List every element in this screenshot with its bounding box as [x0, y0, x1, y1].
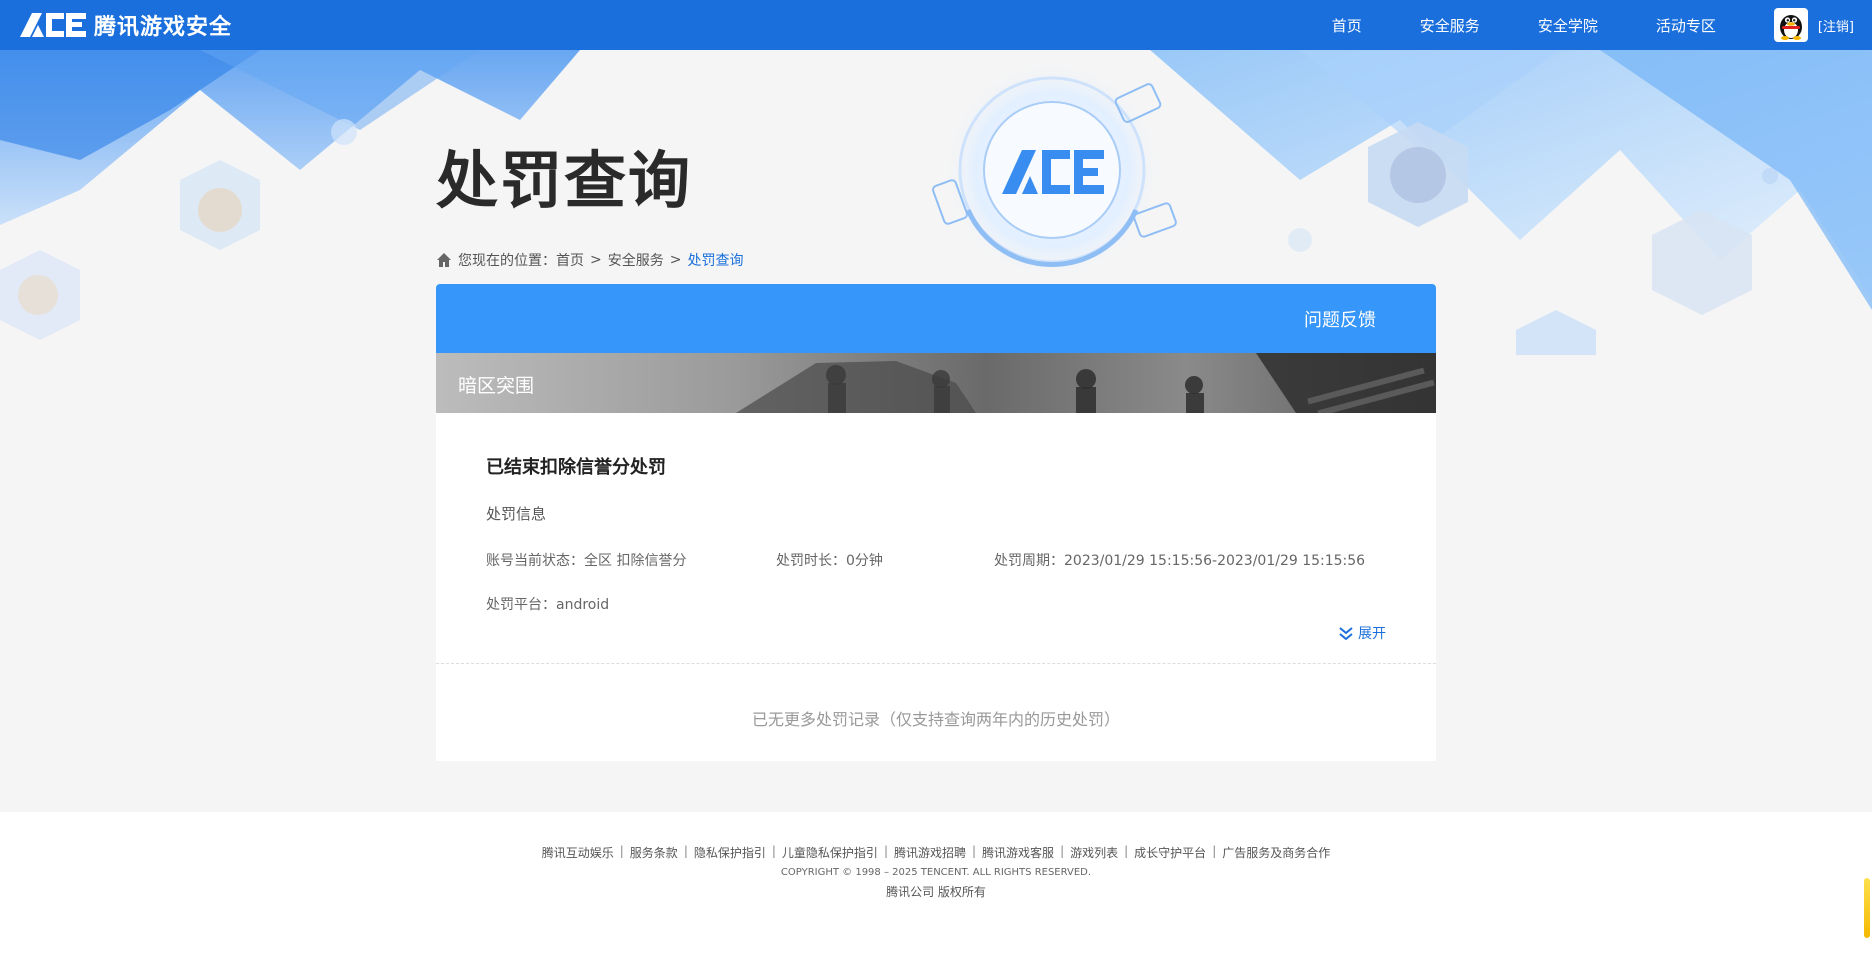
nav-events[interactable]: 活动专区 — [1656, 15, 1716, 36]
nav-security-service[interactable]: 安全服务 — [1420, 15, 1480, 36]
user-avatar[interactable] — [1773, 8, 1808, 42]
ace-logo-icon — [20, 13, 86, 37]
period-value: 2023/01/29 15:15:56-2023/01/29 15:15:56 — [1064, 553, 1366, 569]
breadcrumb-security-service[interactable]: 安全服务 — [608, 250, 664, 270]
floating-side-tab[interactable] — [1864, 878, 1870, 938]
footer-link[interactable]: 腾讯游戏招聘 — [894, 844, 966, 861]
footer-divider: | — [972, 844, 977, 858]
home-icon — [437, 253, 451, 267]
punishment-record: 已结束扣除信誉分处罚 处罚信息 账号当前状态：全区 扣除信誉分 处罚时长：0分钟… — [436, 413, 1436, 663]
footer-divider: | — [1212, 844, 1217, 858]
card-header: 问题反馈 — [436, 284, 1436, 353]
nav-home[interactable]: 首页 — [1332, 15, 1362, 36]
footer-divider: | — [1124, 844, 1129, 858]
breadcrumb-separator: > — [669, 252, 682, 268]
duration-label: 处罚时长： — [776, 553, 846, 569]
game-name: 暗区突围 — [458, 375, 535, 397]
platform-label: 处罚平台： — [486, 597, 556, 613]
footer-divider: | — [1060, 844, 1065, 858]
expand-button[interactable]: 展开 — [1338, 623, 1386, 643]
breadcrumb-separator: > — [590, 252, 602, 268]
record-info-row: 账号当前状态：全区 扣除信誉分 处罚时长：0分钟 处罚周期：2023/01/29… — [486, 550, 1386, 570]
footer-link[interactable]: 服务条款 — [630, 844, 678, 861]
status-label: 账号当前状态： — [486, 553, 584, 569]
platform-value: android — [556, 597, 610, 613]
breadcrumb-current: 处罚查询 — [687, 253, 744, 269]
punishment-duration: 处罚时长：0分钟 — [776, 550, 994, 570]
footer: 腾讯互动娱乐 | 服务条款 | 隐私保护指引 | 儿童隐私保护指引 | 腾讯游戏招聘 | … — [0, 812, 1872, 968]
status-value: 全区 扣除信誉分 — [584, 553, 687, 569]
period-label: 处罚周期： — [994, 553, 1064, 569]
footer-link[interactable]: 腾讯互动娱乐 — [542, 844, 614, 861]
footer-link[interactable]: 广告服务及商务合作 — [1222, 844, 1330, 861]
footer-link[interactable]: 成长守护平台 — [1134, 844, 1206, 861]
punishment-period: 处罚周期：2023/01/29 15:15:56-2023/01/29 15:1… — [994, 550, 1365, 570]
brand-name: 腾讯游戏安全 — [94, 15, 233, 40]
qq-penguin-icon — [1779, 15, 1802, 40]
footer-link[interactable]: 游戏列表 — [1070, 844, 1118, 861]
logout-link[interactable]: [注销] — [1818, 16, 1854, 35]
site-logo[interactable]: 腾讯游戏安全 — [18, 9, 232, 41]
breadcrumb-prefix: 您现在的位置： — [458, 253, 556, 269]
breadcrumb-home[interactable]: 首页 — [556, 250, 584, 270]
duration-value: 0分钟 — [846, 553, 883, 569]
breadcrumb: 您现在的位置： 首页 > 安全服务 > 处罚查询 — [436, 250, 743, 270]
banner-artwork — [736, 353, 1436, 413]
nav-security-academy[interactable]: 安全学院 — [1538, 15, 1598, 36]
footer-divider: | — [683, 844, 688, 858]
footer-divider: | — [619, 844, 624, 858]
feedback-button[interactable]: 问题反馈 — [1304, 306, 1376, 332]
account-status: 账号当前状态：全区 扣除信誉分 — [486, 550, 776, 570]
company-rights: 腾讯公司 版权所有 — [886, 885, 986, 899]
footer-link[interactable]: 儿童隐私保护指引 — [782, 844, 878, 861]
no-more-records: 已无更多处罚记录（仅支持查询两年内的历史处罚） — [751, 710, 1120, 729]
page-title: 处罚查询 — [436, 144, 693, 217]
punishment-platform: 处罚平台：android — [486, 594, 1386, 614]
expand-label: 展开 — [1358, 626, 1386, 642]
punishment-card: 问题反馈 暗区突围 已结束扣除信誉分处罚 处罚信息 账号当前状态：全区 扣除信誉… — [436, 284, 1436, 761]
footer-link[interactable]: 隐私保护指引 — [694, 844, 766, 861]
footer-divider: | — [883, 844, 888, 858]
copyright: COPYRIGHT © 1998 – 2025 TENCENT. ALL RIG… — [780, 867, 1092, 878]
footer-divider: | — [771, 844, 776, 858]
double-chevron-down-icon — [1339, 627, 1353, 641]
record-title: 已结束扣除信誉分处罚 — [486, 457, 666, 478]
game-banner: 暗区突围 — [436, 353, 1436, 413]
footer-links: 腾讯互动娱乐 | 服务条款 | 隐私保护指引 | 儿童隐私保护指引 | 腾讯游戏招聘 | … — [0, 844, 1872, 861]
top-navbar: 腾讯游戏安全 首页 安全服务 安全学院 活动专区 [注销] — [0, 0, 1872, 50]
record-section-title: 处罚信息 — [486, 505, 547, 523]
main-nav: 首页 安全服务 安全学院 活动专区 [注销] — [1332, 0, 1872, 50]
footer-link[interactable]: 腾讯游戏客服 — [982, 844, 1054, 861]
